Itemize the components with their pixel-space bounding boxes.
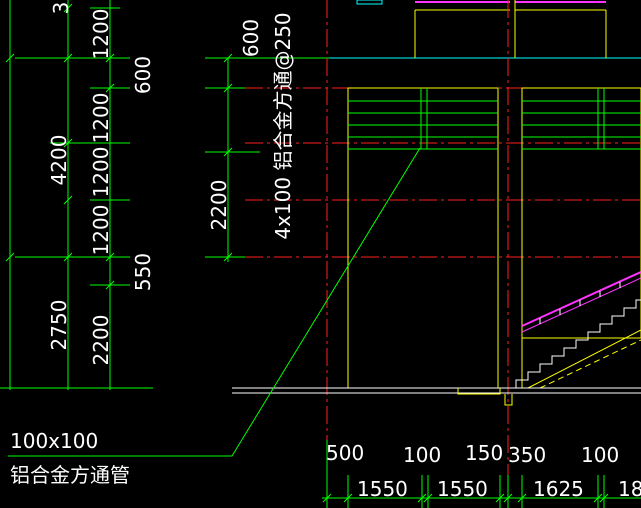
dim-inner-1: 1200 (89, 9, 113, 60)
dim-bottom-1625: 1625 (533, 477, 584, 501)
dim-right-600: 600 (131, 56, 155, 94)
louver-note: 4x100 铝合金方通@250 (271, 12, 295, 239)
dim-middle-2200: 2200 (207, 180, 231, 231)
dim-bottom-18: 18 (618, 477, 641, 501)
dim-bottom-500: 500 (326, 441, 364, 465)
dim-bottom-100b: 100 (581, 443, 619, 467)
dim-outer-top-fragment: 3 (49, 2, 73, 15)
dim-middle-600: 600 (239, 19, 263, 57)
dim-bottom-1550b: 1550 (437, 477, 488, 501)
dim-outer-total: 4200 (47, 135, 71, 186)
dim-bottom-150: 150 (465, 441, 503, 465)
dim-bottom-100a: 100 (403, 443, 441, 467)
callout-material: 铝合金方通管 (10, 463, 130, 487)
dim-bottom-350: 350 (508, 443, 546, 467)
dim-inner-4: 1200 (89, 205, 113, 256)
dim-outer-bottom: 2750 (47, 300, 71, 351)
dim-bottom-1550a: 1550 (357, 477, 408, 501)
callout-size: 100x100 (10, 429, 98, 453)
dim-inner-5: 2200 (89, 315, 113, 366)
dim-right-550: 550 (131, 253, 155, 291)
dim-inner-2: 1200 (89, 93, 113, 144)
cad-drawing: 3 4200 2750 1200 1200 1200 1200 2200 600… (0, 0, 641, 508)
dim-inner-3: 1200 (89, 147, 113, 198)
